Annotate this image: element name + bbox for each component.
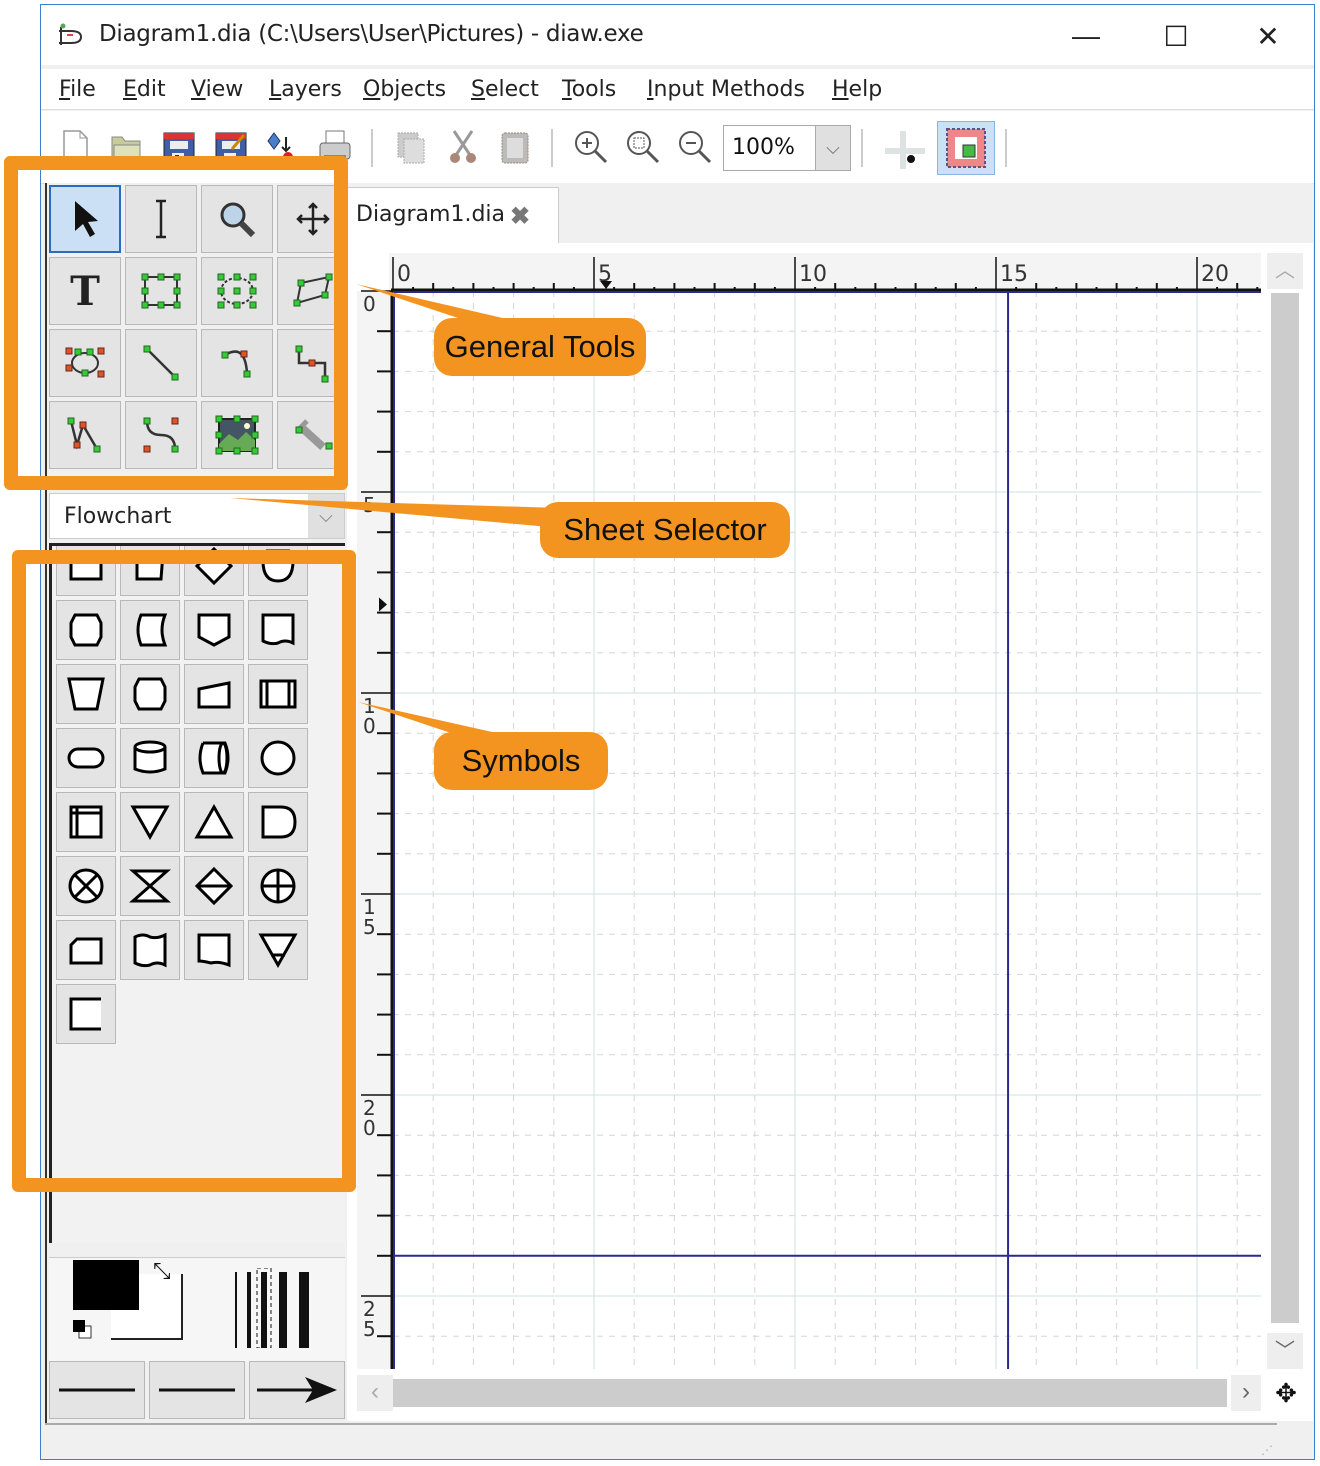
dia-app-icon xyxy=(57,23,85,49)
zoom-out-button[interactable] xyxy=(675,125,715,169)
line-style-selector[interactable] xyxy=(149,1361,245,1419)
paste-icon xyxy=(498,129,532,165)
solid-line-icon xyxy=(157,1385,237,1395)
tab-diagram1[interactable]: Diagram1.dia ✖ xyxy=(347,187,559,244)
line-end-selector[interactable] xyxy=(249,1361,345,1419)
horizontal-ruler-label: 20 xyxy=(1201,262,1229,287)
menu-input-methods[interactable]: Input Methods xyxy=(647,77,805,102)
general-tools-callout: General Tools xyxy=(434,318,646,376)
zoom-fit-button[interactable] xyxy=(623,125,663,169)
symbols-highlight xyxy=(12,550,356,1192)
snap-to-objects-toggle[interactable] xyxy=(937,121,995,175)
close-button[interactable]: ✕ xyxy=(1243,17,1293,55)
color-and-line-area: ⤡ xyxy=(49,1257,345,1362)
menu-bar: File Edit View Layers Objects Select Too… xyxy=(41,69,1314,110)
menu-select-label: Select xyxy=(471,77,539,102)
paste-button[interactable] xyxy=(495,125,535,169)
chevron-down-icon[interactable]: ⌵ xyxy=(308,494,344,538)
toolbar-separator xyxy=(371,129,373,167)
vertical-ruler-label: 0 xyxy=(363,1116,376,1140)
title-bar: Diagram1.dia (C:\Users\User\Pictures) - … xyxy=(41,5,1314,65)
line-style-row xyxy=(49,1361,345,1419)
menu-tools[interactable]: Tools xyxy=(562,77,616,102)
menu-file[interactable]: File xyxy=(59,77,96,102)
horizontal-scrollbar[interactable]: ‹ › xyxy=(357,1375,1261,1411)
menu-view[interactable]: View xyxy=(191,77,243,102)
horizontal-ruler-label: 0 xyxy=(397,262,411,287)
canvas-area: 0 5 10 15 20 0 5 1 0 1 5 2 0 2 5 ︿ ﹀ ‹ › ✥ xyxy=(347,243,1313,1421)
vertical-ruler-label: 5 xyxy=(363,1317,376,1341)
vertical-scroll-thumb[interactable] xyxy=(1271,293,1299,1323)
vertical-ruler-label: 5 xyxy=(363,915,376,939)
default-colors-icon[interactable] xyxy=(71,1318,93,1340)
menu-select[interactable]: Select xyxy=(471,77,539,102)
minimize-icon: — xyxy=(1072,20,1100,51)
menu-objects-label: Objects xyxy=(363,77,447,102)
vertical-scrollbar[interactable]: ︿ ﹀ xyxy=(1267,253,1303,1369)
general-tools-highlight xyxy=(4,156,348,490)
sheet-selector-callout: Sheet Selector xyxy=(540,502,790,558)
snap-to-grid-toggle[interactable] xyxy=(881,125,931,169)
zoom-in-button[interactable] xyxy=(571,125,611,169)
menu-layers-label: Layers xyxy=(269,77,342,102)
scroll-right-icon[interactable]: › xyxy=(1231,1375,1261,1411)
zoom-out-icon xyxy=(677,129,713,165)
zoom-in-icon xyxy=(573,129,609,165)
menu-edit[interactable]: Edit xyxy=(123,77,166,102)
horizontal-ruler-label: 15 xyxy=(1000,262,1028,287)
menu-edit-label: Edit xyxy=(123,77,166,102)
cut-icon xyxy=(446,129,480,165)
plain-line-icon xyxy=(57,1385,137,1395)
arrow-line-icon xyxy=(255,1375,339,1405)
zoom-fit-icon xyxy=(625,129,661,165)
cut-button[interactable] xyxy=(443,125,483,169)
vertical-ruler-label: 0 xyxy=(363,292,376,316)
chevron-down-icon[interactable]: ⌵ xyxy=(815,126,850,170)
menu-layers[interactable]: Layers xyxy=(269,77,342,102)
zoom-level-select[interactable]: 100% ⌵ xyxy=(723,125,851,171)
sheet-selector-value: Flowchart xyxy=(64,504,172,529)
line-width-selector[interactable] xyxy=(233,1268,313,1348)
tab-label: Diagram1.dia xyxy=(356,202,506,227)
vertical-ruler-label: 0 xyxy=(363,714,376,738)
swap-colors-icon[interactable]: ⤡ xyxy=(153,1258,171,1284)
menu-view-label: View xyxy=(191,77,244,102)
resize-grip-icon[interactable]: ⋰ xyxy=(1261,1443,1273,1457)
scroll-down-icon[interactable]: ﹀ xyxy=(1267,1333,1303,1369)
line-start-selector[interactable] xyxy=(49,1361,145,1419)
maximize-icon: ☐ xyxy=(1163,20,1189,52)
menu-help-label: Help xyxy=(832,77,883,102)
maximize-button[interactable]: ☐ xyxy=(1151,17,1201,55)
document-tabs: Diagram1.dia ✖ xyxy=(347,183,1313,244)
menu-tools-label: Tools xyxy=(562,77,617,102)
horizontal-ruler-label: 10 xyxy=(799,262,827,287)
status-bar: ⋰ xyxy=(45,1423,1277,1459)
close-icon: ✕ xyxy=(1256,20,1280,52)
menu-input-methods-label: Input Methods xyxy=(647,77,805,102)
minimize-button[interactable]: — xyxy=(1061,17,1111,55)
symbols-callout: Symbols xyxy=(434,732,608,790)
horizontal-scroll-thumb[interactable] xyxy=(393,1379,1227,1407)
window-title: Diagram1.dia (C:\Users\User\Pictures) - … xyxy=(99,21,644,47)
navigation-move-icon[interactable]: ✥ xyxy=(1271,1375,1301,1411)
diagram-canvas[interactable]: 0 5 10 15 200510152025 xyxy=(347,243,1313,1421)
toolbar-separator xyxy=(861,129,863,167)
menu-objects[interactable]: Objects xyxy=(363,77,446,102)
sheet-selector[interactable]: Flowchart ⌵ xyxy=(49,493,345,539)
scroll-left-icon[interactable]: ‹ xyxy=(357,1375,393,1411)
snap-objects-icon xyxy=(943,125,989,171)
scroll-up-icon[interactable]: ︿ xyxy=(1267,253,1303,289)
vertical-ruler-label: 5 xyxy=(363,493,376,517)
snap-grid-icon xyxy=(881,125,931,169)
close-tab-icon[interactable]: ✖ xyxy=(510,202,530,231)
toolbar-separator xyxy=(1005,129,1007,167)
menu-help[interactable]: Help xyxy=(832,77,882,102)
foreground-color-swatch[interactable] xyxy=(73,1260,139,1310)
copy-icon xyxy=(394,129,428,165)
copy-button[interactable] xyxy=(391,125,431,169)
zoom-level-value: 100% xyxy=(732,135,795,160)
toolbar-separator xyxy=(551,129,553,167)
menu-file-label: File xyxy=(59,77,96,102)
